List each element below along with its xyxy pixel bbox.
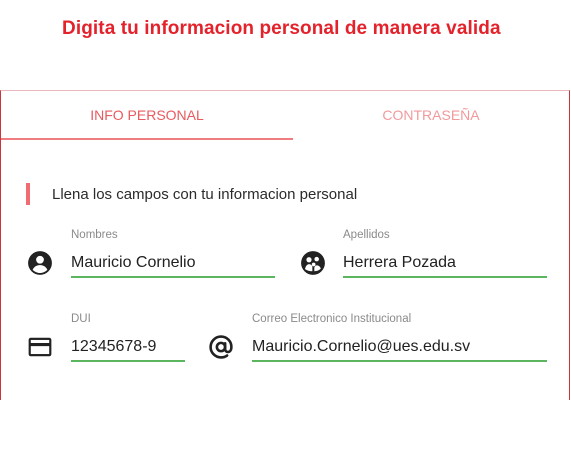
section-accent-bar bbox=[26, 183, 30, 205]
section-title-text: Llena los campos con tu informacion pers… bbox=[52, 185, 358, 203]
correo-input[interactable] bbox=[252, 334, 547, 362]
section-title: Llena los campos con tu informacion pers… bbox=[26, 183, 357, 205]
correo-label: Correo Electronico Institucional bbox=[252, 313, 412, 325]
apellidos-input[interactable] bbox=[343, 250, 547, 278]
tab-info-personal[interactable]: INFO PERSONAL bbox=[1, 91, 293, 140]
dui-input[interactable] bbox=[71, 334, 185, 362]
dui-label: DUI bbox=[71, 313, 91, 325]
nombres-input[interactable] bbox=[71, 250, 275, 278]
credit-card-icon bbox=[28, 337, 52, 357]
family-group-icon bbox=[301, 251, 325, 275]
tab-contrasena[interactable]: CONTRASEÑA bbox=[293, 91, 569, 138]
nombres-label: Nombres bbox=[71, 229, 118, 241]
form-tabs: INFO PERSONAL CONTRASEÑA bbox=[1, 91, 569, 140]
account-circle-icon bbox=[28, 251, 52, 275]
at-sign-icon bbox=[209, 335, 233, 359]
page-heading: Digita tu informacion personal de manera… bbox=[62, 18, 501, 39]
apellidos-label: Apellidos bbox=[343, 229, 390, 241]
personal-info-form-card: INFO PERSONAL CONTRASEÑA Llena los campo… bbox=[0, 90, 570, 400]
